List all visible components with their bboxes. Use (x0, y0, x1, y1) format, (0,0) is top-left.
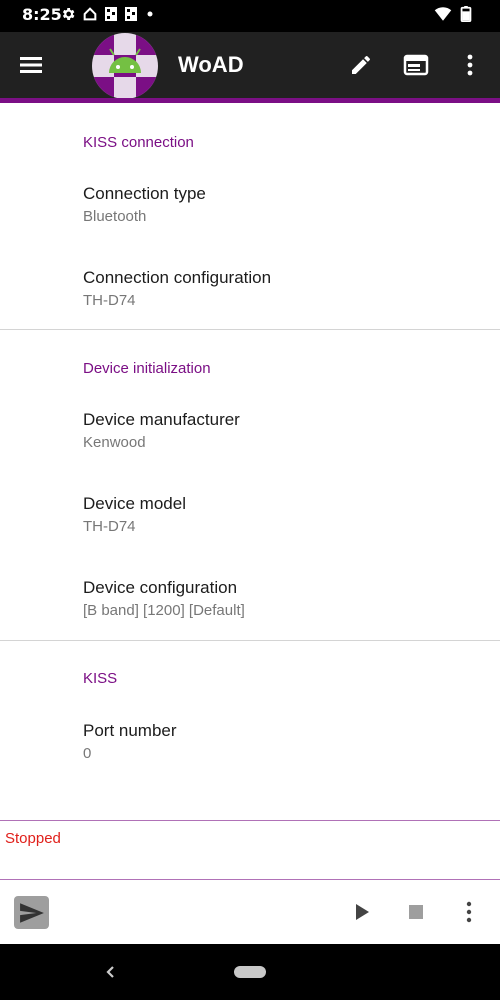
pref-device-manufacturer[interactable]: Device manufacturer Kenwood (83, 410, 240, 451)
pref-connection-configuration[interactable]: Connection configuration TH-D74 (83, 268, 271, 309)
pref-title: Device model (83, 494, 186, 513)
settings-icon (60, 6, 76, 27)
section-header-kiss: KISS (83, 670, 118, 687)
stop-button[interactable] (402, 898, 430, 926)
bottom-overflow-button[interactable] (455, 898, 483, 926)
pref-summary: Kenwood (83, 434, 146, 451)
web-asset-icon (403, 54, 429, 76)
pref-summary: TH-D74 (83, 518, 136, 535)
status-panel: Stopped (0, 820, 500, 880)
section-divider (0, 329, 500, 330)
pref-summary: [B band] [1200] [Default] (83, 602, 245, 619)
home-icon (82, 6, 98, 27)
hamburger-menu-icon (20, 57, 42, 73)
edit-icon (352, 55, 370, 74)
edit-button[interactable] (345, 49, 377, 81)
pref-title: Device manufacturer (83, 410, 240, 429)
back-button[interactable] (100, 960, 120, 984)
pref-connection-type[interactable]: Connection type Bluetooth (83, 184, 206, 225)
section-header-device-initialization: Device initialization (83, 360, 211, 377)
preferences-list: KISS connection Connection type Bluetoot… (0, 103, 500, 820)
back-icon (106, 966, 114, 978)
web-asset-button[interactable] (400, 49, 432, 81)
pref-title: Connection configuration (83, 268, 272, 287)
home-pill-icon[interactable] (234, 966, 266, 978)
app-title: WoAD (178, 52, 244, 77)
app-logo (92, 33, 158, 99)
send-icon (19, 902, 44, 923)
pref-summary: Bluetooth (83, 208, 147, 225)
pref-port-number[interactable]: Port number 0 (83, 721, 177, 762)
section-divider (0, 640, 500, 641)
wifi-icon (434, 6, 452, 27)
battery-icon (460, 6, 472, 27)
send-button[interactable] (14, 896, 49, 929)
more-vert-icon (467, 54, 473, 76)
sim-icon (124, 6, 138, 27)
status-bar: 8:25 (0, 0, 500, 32)
play-button[interactable] (348, 898, 376, 926)
stop-icon (409, 905, 423, 919)
more-vert-icon (466, 901, 472, 923)
overflow-menu-button[interactable] (454, 49, 486, 81)
pref-summary: 0 (83, 745, 92, 762)
pref-title: Connection type (83, 184, 206, 203)
menu-button[interactable] (18, 52, 46, 78)
play-icon (356, 904, 369, 920)
dot-icon (144, 6, 156, 27)
app-toolbar: WoAD (0, 32, 500, 99)
bottom-action-bar (0, 880, 500, 944)
status-text: Stopped (5, 830, 61, 847)
pref-title: Port number (83, 721, 177, 740)
system-navigation-bar (0, 944, 500, 1000)
pref-title: Device configuration (83, 578, 238, 597)
pref-summary: TH-D74 (83, 292, 136, 309)
sim-icon (104, 6, 118, 27)
section-header-kiss-connection: KISS connection (83, 134, 194, 151)
pref-device-configuration[interactable]: Device configuration [B band] [1200] [De… (83, 578, 245, 619)
status-time: 8:25 (22, 5, 62, 24)
pref-device-model[interactable]: Device model TH-D74 (83, 494, 186, 535)
